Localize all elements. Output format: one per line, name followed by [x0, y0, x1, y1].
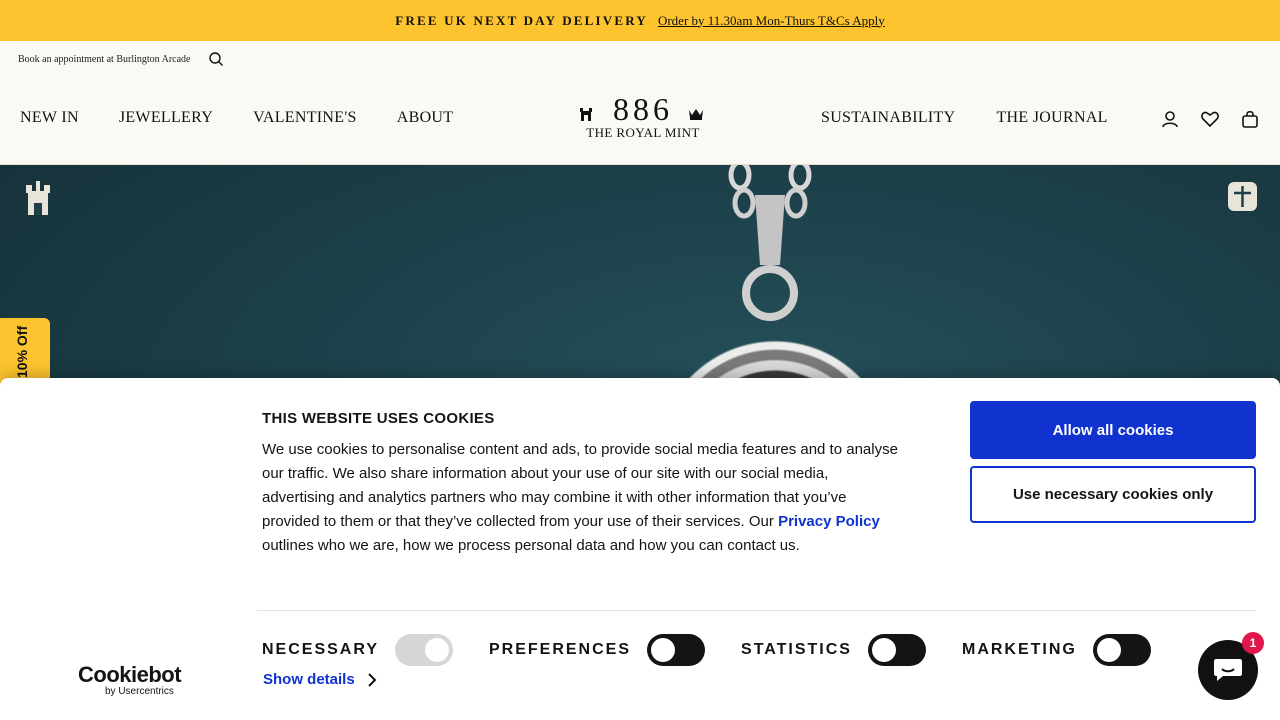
marketing-toggle[interactable]	[1092, 634, 1151, 666]
cookiebot-name: Cookiebot	[78, 662, 182, 687]
nav-item-the-journal[interactable]: THE JOURNAL	[996, 109, 1107, 127]
cookie-title: THIS WEBSITE USES COOKIES	[262, 410, 495, 427]
privacy-policy-link[interactable]: Privacy Policy	[778, 513, 880, 530]
cookiebot-logo[interactable]: Cookiebot by Usercentrics	[78, 664, 188, 698]
nav-item-new-in[interactable]: NEW IN	[20, 109, 79, 127]
announcement-bar: FREE UK NEXT DAY DELIVERY Order by 11.30…	[0, 0, 1280, 41]
chat-bubble-icon	[1214, 659, 1242, 681]
toggle-label-preferences: PREFERENCES	[488, 641, 632, 658]
cookie-toggles: NECESSARY PREFERENCES STATISTICS MARKETI…	[262, 634, 1187, 666]
allow-all-cookies-button[interactable]: Allow all cookies	[970, 401, 1256, 459]
header-icons	[1160, 109, 1260, 129]
toggle-group-preferences: PREFERENCES	[488, 634, 706, 666]
cookie-banner: THIS WEBSITE USES COOKIES We use cookies…	[0, 378, 1280, 720]
chevron-right-icon	[367, 672, 377, 687]
chat-notification-badge: 1	[1242, 632, 1264, 654]
appointment-link[interactable]: Book an appointment at Burlington Arcade	[18, 54, 190, 65]
bag-icon[interactable]	[1240, 109, 1260, 129]
cookie-description: We use cookies to personalise content an…	[262, 438, 902, 558]
preferences-toggle[interactable]	[647, 634, 706, 666]
site-header: Book an appointment at Burlington Arcade…	[0, 41, 1280, 165]
statistics-toggle[interactable]	[867, 634, 926, 666]
cookie-divider	[257, 610, 1256, 611]
cookiebot-byline: by Usercentrics	[105, 686, 174, 697]
announcement-text: FREE UK NEXT DAY DELIVERY	[395, 12, 648, 28]
nav-item-jewellery[interactable]: JEWELLERY	[119, 109, 213, 127]
show-details-link[interactable]: Show details	[263, 671, 377, 688]
logo-subtitle: THE ROYAL MINT	[586, 125, 700, 140]
nav-item-about[interactable]: ABOUT	[397, 109, 454, 127]
nav-item-valentines[interactable]: VALENTINE'S	[253, 109, 357, 127]
chain-image	[728, 165, 812, 265]
search-icon[interactable]	[208, 51, 224, 67]
primary-nav-right: SUSTAINABILITY THE JOURNAL	[821, 109, 1108, 127]
cookie-body-text-end: outlines who we are, how we process pers…	[262, 537, 800, 554]
toggle-group-marketing: MARKETING	[962, 634, 1151, 666]
tower-icon	[580, 108, 592, 121]
badge-cross-icon	[1228, 182, 1257, 211]
discount-tab-label: 10% Off	[14, 325, 30, 378]
wishlist-heart-icon[interactable]	[1200, 109, 1220, 129]
necessary-cookies-only-button[interactable]: Use necessary cookies only	[970, 466, 1256, 523]
account-icon[interactable]	[1160, 109, 1180, 129]
tower-emblem-icon	[26, 181, 50, 215]
utility-bar: Book an appointment at Burlington Arcade	[18, 51, 224, 67]
crown-icon	[689, 109, 703, 120]
toggle-group-statistics: STATISTICS	[741, 634, 926, 666]
nav-item-sustainability[interactable]: SUSTAINABILITY	[821, 109, 955, 127]
toggle-label-marketing: MARKETING	[961, 641, 1077, 658]
delivery-terms-link[interactable]: Order by 11.30am Mon-Thurs T&Cs Apply	[658, 13, 885, 29]
show-details-label: Show details	[263, 671, 355, 688]
necessary-toggle	[394, 634, 453, 666]
toggle-group-necessary: NECESSARY	[262, 634, 453, 666]
primary-nav-left: NEW IN JEWELLERY VALENTINE'S ABOUT	[20, 109, 453, 127]
brand-logo[interactable]: 886 THE ROYAL MINT	[578, 93, 708, 143]
toggle-label-necessary: NECESSARY	[262, 641, 379, 658]
toggle-label-statistics: STATISTICS	[741, 641, 852, 658]
